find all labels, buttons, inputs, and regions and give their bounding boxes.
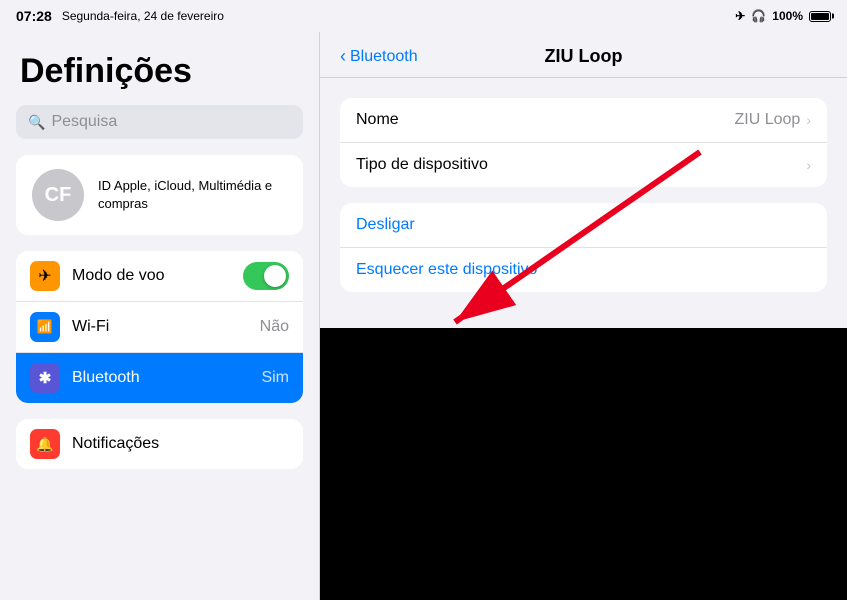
back-button[interactable]: ‹ Bluetooth <box>340 47 418 67</box>
left-panel: Definições 🔍 Pesquisa CF ID Apple, iClou… <box>0 32 320 600</box>
detail-group-actions: Desligar Esquecer este dispositivo <box>340 203 827 292</box>
settings-group-notifications: 🔔 Notificações <box>16 419 303 469</box>
bluetooth-symbol: ✱ <box>39 369 52 387</box>
row-label-notifications: Notificações <box>72 435 289 453</box>
action-row-disconnect[interactable]: Desligar <box>340 203 827 248</box>
right-panel-wrapper: ‹ Bluetooth ZIU Loop Nome ZIU Loop › Tip… <box>320 32 847 600</box>
notifications-symbol: 🔔 <box>36 436 53 453</box>
settings-row-notifications[interactable]: 🔔 Notificações <box>16 419 303 469</box>
row-value-bluetooth: Sim <box>261 369 289 387</box>
profile-description: ID Apple, iCloud, Multimédia e compras <box>98 177 287 213</box>
battery-icon <box>809 11 831 22</box>
search-icon: 🔍 <box>28 114 45 131</box>
search-placeholder: Pesquisa <box>51 113 117 131</box>
chevron-device-icon: › <box>806 157 811 173</box>
headphones-icon: 🎧 <box>751 9 766 23</box>
airplane-toggle[interactable] <box>243 262 289 290</box>
settings-title: Definições <box>16 52 303 91</box>
action-row-forget[interactable]: Esquecer este dispositivo <box>340 248 827 292</box>
status-right: ✈ 🎧 100% <box>735 9 831 23</box>
profile-card[interactable]: CF ID Apple, iCloud, Multimédia e compra… <box>16 155 303 235</box>
detail-value-name: ZIU Loop <box>735 111 801 129</box>
status-bar: 07:28 Segunda-feira, 24 de fevereiro ✈ 🎧… <box>0 0 847 32</box>
settings-row-bluetooth[interactable]: ✱ Bluetooth Sim <box>16 353 303 403</box>
settings-row-wifi[interactable]: 📶 Wi-Fi Não <box>16 302 303 353</box>
status-time: 07:28 <box>16 8 52 24</box>
status-date: Segunda-feira, 24 de fevereiro <box>62 9 224 23</box>
battery-percent: 100% <box>772 9 803 23</box>
search-bar[interactable]: 🔍 Pesquisa <box>16 105 303 139</box>
back-chevron-icon: ‹ <box>340 46 346 67</box>
right-panel: ‹ Bluetooth ZIU Loop Nome ZIU Loop › Tip… <box>320 32 847 328</box>
row-label-airplane: Modo de voo <box>72 267 243 285</box>
airplane-row-icon: ✈ <box>30 261 60 291</box>
settings-row-airplane[interactable]: ✈ Modo de voo <box>16 251 303 302</box>
wifi-symbol: 📶 <box>37 319 53 335</box>
detail-label-name: Nome <box>356 111 735 129</box>
action-label-disconnect: Desligar <box>356 216 415 233</box>
nav-title: ZIU Loop <box>545 46 623 67</box>
detail-label-device-type: Tipo de dispositivo <box>356 156 806 174</box>
main-layout: Definições 🔍 Pesquisa CF ID Apple, iClou… <box>0 32 847 600</box>
row-label-bluetooth: Bluetooth <box>72 369 261 387</box>
notifications-row-icon: 🔔 <box>30 429 60 459</box>
avatar: CF <box>32 169 84 221</box>
action-label-forget: Esquecer este dispositivo <box>356 261 537 278</box>
airplane-icon: ✈ <box>735 9 745 23</box>
detail-content: Nome ZIU Loop › Tipo de dispositivo › De… <box>320 78 847 328</box>
back-label: Bluetooth <box>350 48 418 66</box>
status-left: 07:28 Segunda-feira, 24 de fevereiro <box>16 8 224 24</box>
detail-group-info: Nome ZIU Loop › Tipo de dispositivo › <box>340 98 827 187</box>
bluetooth-row-icon: ✱ <box>30 363 60 393</box>
row-label-wifi: Wi-Fi <box>72 318 260 336</box>
nav-header: ‹ Bluetooth ZIU Loop <box>320 32 847 78</box>
chevron-name-icon: › <box>806 112 811 128</box>
settings-group-connectivity: ✈ Modo de voo 📶 Wi-Fi Não ✱ Bluetooth Si… <box>16 251 303 403</box>
detail-row-name[interactable]: Nome ZIU Loop › <box>340 98 827 143</box>
airplane-symbol: ✈ <box>38 266 51 286</box>
wifi-row-icon: 📶 <box>30 312 60 342</box>
row-value-wifi: Não <box>260 318 289 336</box>
detail-row-device-type[interactable]: Tipo de dispositivo › <box>340 143 827 187</box>
